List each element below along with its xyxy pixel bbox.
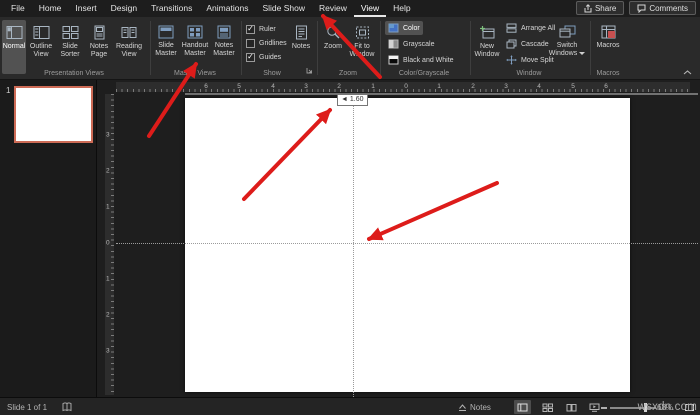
gridlines-checkbox-row[interactable]: Gridlines — [246, 37, 287, 49]
notes-toggle-icon — [458, 403, 467, 412]
fit-to-window-button[interactable]: Fit to Window — [347, 20, 377, 74]
color-option[interactable]: Color — [385, 21, 423, 35]
tab-help[interactable]: Help — [386, 0, 417, 17]
normal-view-icon — [6, 25, 23, 40]
notes-toggle[interactable]: Notes — [458, 398, 491, 415]
vertical-guide[interactable] — [353, 94, 354, 397]
handout-master-button[interactable]: Handout Master — [180, 20, 210, 74]
notes-icon — [295, 25, 308, 40]
ribbon-view-tab: Normal Outline View Slide Sorter Notes P… — [0, 17, 700, 80]
notes-master-icon — [216, 25, 232, 39]
group-label-macros: Macros — [596, 70, 620, 77]
macros-button[interactable]: Macros — [594, 20, 622, 74]
guides-checkbox-row[interactable]: ✓ Guides — [246, 51, 281, 63]
zoom-out-button[interactable] — [601, 407, 607, 409]
slide-number: 1 — [6, 86, 11, 95]
group-separator — [317, 21, 318, 75]
horizontal-guide[interactable] — [116, 243, 698, 244]
slide-canvas[interactable] — [185, 98, 630, 392]
notes-page-icon — [91, 25, 108, 40]
tab-transitions[interactable]: Transitions — [144, 0, 199, 17]
guides-checkbox[interactable]: ✓ — [246, 52, 255, 62]
guide-position-tooltip: ◄ 1.60 — [337, 94, 368, 106]
slide-master-button[interactable]: Slide Master — [153, 20, 179, 74]
arrange-all-icon — [506, 23, 517, 33]
group-label-show: Show — [263, 70, 281, 77]
comments-button[interactable]: Comments — [629, 1, 696, 15]
tab-review[interactable]: Review — [312, 0, 354, 17]
comments-icon — [637, 4, 646, 13]
group-separator — [380, 21, 381, 75]
slide-indicator: Slide 1 of 1 — [7, 402, 48, 412]
tab-file[interactable]: File — [4, 0, 32, 17]
tab-slide-show[interactable]: Slide Show — [255, 0, 312, 17]
zoom-button[interactable]: Zoom — [320, 20, 346, 74]
group-label-master-views: Master Views — [174, 70, 216, 77]
new-window-button[interactable]: New Window — [473, 20, 501, 74]
black-and-white-option[interactable]: Black and White — [385, 53, 457, 67]
notes-button[interactable]: Notes — [289, 20, 313, 74]
grayscale-icon — [388, 39, 399, 49]
horizontal-ruler[interactable]: 6 5 4 3 2 1 0 1 2 3 4 5 6 — [116, 82, 690, 92]
status-reading-view-button[interactable] — [563, 400, 580, 414]
cascade-icon — [506, 39, 517, 49]
status-normal-view-button[interactable] — [514, 400, 531, 414]
slide-thumbnail[interactable] — [14, 86, 93, 143]
group-label-zoom: Zoom — [339, 70, 357, 77]
collapse-ribbon-icon[interactable] — [683, 70, 692, 75]
slide-sorter-icon — [62, 25, 79, 40]
zoom-icon — [326, 25, 341, 40]
canvas-top-edge — [185, 93, 698, 95]
notes-page-button[interactable]: Notes Page — [85, 20, 113, 74]
slide-sorter-button[interactable]: Slide Sorter — [56, 20, 84, 74]
notes-master-button[interactable]: Notes Master — [211, 20, 237, 74]
ruler-checkbox-row[interactable]: ✓ Ruler — [246, 23, 276, 35]
status-slide-sorter-button[interactable] — [539, 400, 556, 414]
cascade-button[interactable]: Cascade — [503, 37, 552, 51]
spell-check-icon[interactable] — [62, 398, 72, 415]
color-icon — [388, 23, 399, 33]
switch-windows-icon — [559, 25, 576, 39]
menu-bar: File Home Insert Design Transitions Anim… — [0, 0, 700, 17]
group-separator — [150, 21, 151, 75]
group-separator — [590, 21, 591, 75]
reading-view-icon — [120, 25, 138, 40]
editing-area: 1 6 5 4 3 2 1 0 1 2 3 4 5 6 3 2 1 0 1 2 … — [0, 80, 700, 397]
handout-master-icon — [187, 25, 203, 39]
group-label-presentation-views: Presentation Views — [44, 70, 104, 77]
slide-master-icon — [158, 25, 174, 39]
slide-thumbnail-panel: 1 — [0, 80, 97, 397]
gridlines-checkbox[interactable] — [246, 38, 255, 48]
normal-view-button[interactable]: Normal — [2, 20, 26, 74]
tab-insert[interactable]: Insert — [68, 0, 103, 17]
show-dialog-launcher-icon[interactable] — [306, 67, 313, 74]
group-label-window: Window — [516, 70, 542, 77]
tab-view[interactable]: View — [353, 0, 387, 17]
powerpoint-window: File Home Insert Design Transitions Anim… — [0, 0, 700, 415]
black-and-white-icon — [388, 55, 399, 65]
status-bar: Slide 1 of 1 Notes 68% — [0, 397, 700, 415]
tab-animations[interactable]: Animations — [199, 0, 255, 17]
ruler-checkbox[interactable]: ✓ — [246, 24, 255, 34]
share-icon — [584, 3, 592, 13]
dropdown-caret-icon — [579, 52, 586, 56]
outline-view-icon — [33, 25, 50, 40]
share-button[interactable]: Share — [575, 1, 625, 15]
watermark: wsxdn.com — [637, 401, 697, 413]
grayscale-option[interactable]: Grayscale — [385, 37, 438, 51]
new-window-icon — [479, 25, 495, 40]
macros-icon — [601, 25, 616, 39]
switch-windows-button[interactable]: Switch Windows — [548, 20, 586, 74]
reading-view-button[interactable]: Reading View — [114, 20, 144, 74]
fit-to-window-icon — [355, 25, 370, 40]
tab-home[interactable]: Home — [32, 0, 69, 17]
group-separator — [470, 21, 471, 75]
outline-view-button[interactable]: Outline View — [27, 20, 55, 74]
group-separator — [241, 21, 242, 75]
tab-design[interactable]: Design — [104, 0, 144, 17]
group-label-color-grayscale: Color/Grayscale — [398, 70, 450, 77]
move-split-icon — [506, 55, 517, 65]
